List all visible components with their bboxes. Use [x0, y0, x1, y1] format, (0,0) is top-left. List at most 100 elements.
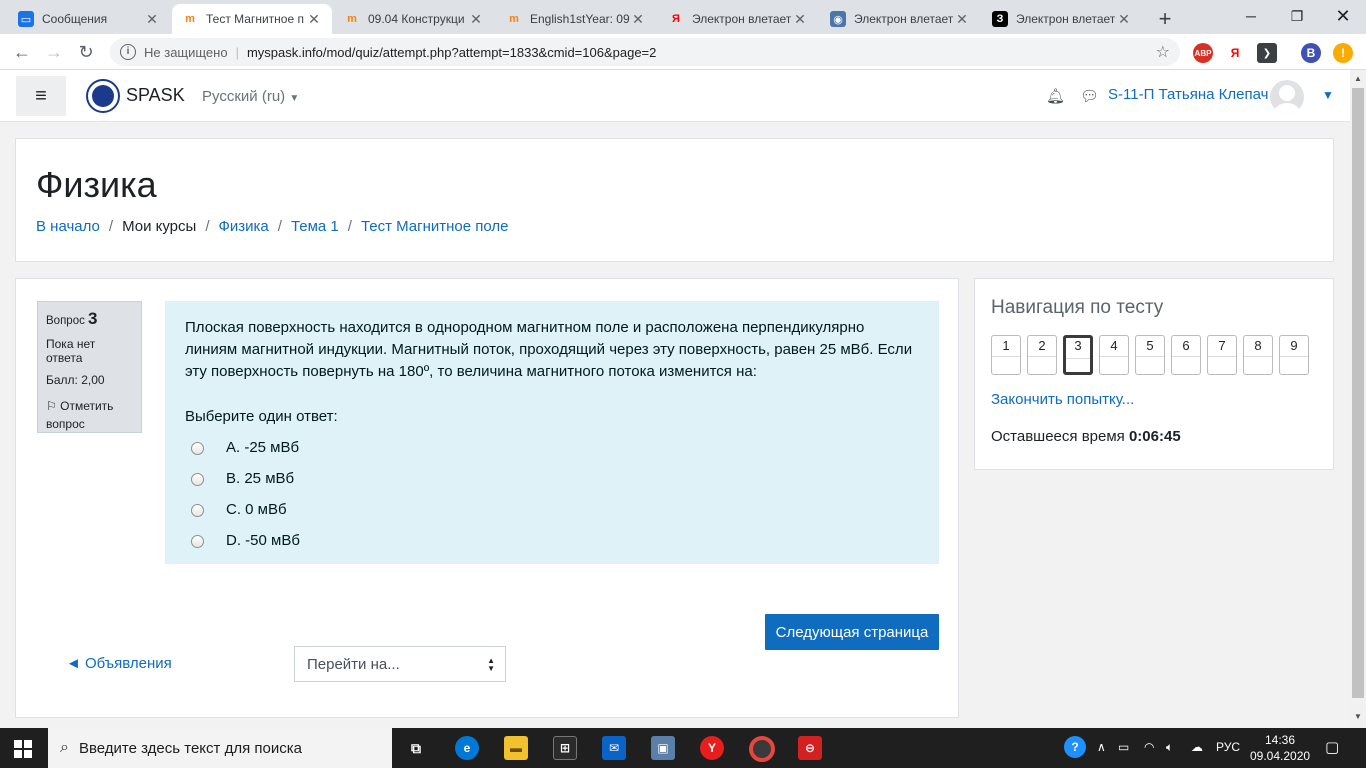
radio-button[interactable]	[191, 534, 204, 548]
question-button-9[interactable]: 9	[1279, 335, 1309, 375]
answer-label[interactable]: B. 25 мВб	[226, 468, 294, 490]
close-window-icon[interactable]: ✕	[1320, 0, 1366, 32]
yandex-extension-icon[interactable]: Я	[1225, 43, 1245, 63]
question-button-6[interactable]: 6	[1171, 335, 1201, 375]
minimize-icon[interactable]: ─	[1228, 0, 1274, 32]
close-tab-icon[interactable]: ✕	[144, 11, 160, 28]
radio-button[interactable]	[191, 441, 204, 455]
answer-label[interactable]: A. -25 мВб	[226, 437, 299, 459]
flag-label: Отметить вопрос	[46, 399, 114, 431]
wifi-icon[interactable]: ◠	[1144, 740, 1154, 754]
flag-question-link[interactable]: ⚐ Отметить вопрос	[46, 397, 133, 433]
scrollbar-thumb[interactable]	[1352, 88, 1364, 698]
info-icon[interactable]: i	[120, 44, 136, 60]
question-button-4[interactable]: 4	[1099, 335, 1129, 375]
help-icon[interactable]: ?	[1064, 736, 1086, 758]
answer-option-d[interactable]: D. -50 мВб	[185, 530, 919, 552]
tray-expand-icon[interactable]: ∧	[1097, 740, 1106, 754]
radio-button[interactable]	[191, 503, 204, 517]
question-button-3[interactable]: 3	[1063, 335, 1093, 375]
browser-tab-owl[interactable]: ◉ Электрон влетает ✕	[820, 4, 980, 34]
adblock-extension-icon[interactable]: ABP	[1193, 43, 1213, 63]
taskbar-search-box[interactable]: ⌕ Введите здесь текст для поиска	[48, 728, 392, 768]
hamburger-menu-icon[interactable]: ≡	[16, 76, 66, 116]
tab-title: Сообщения	[42, 12, 108, 26]
browser-tab-messages[interactable]: ▭ Сообщения ✕	[8, 4, 170, 34]
extension-icon[interactable]: ❯	[1257, 43, 1277, 63]
site-navbar: ≡ SPASK Русский (ru) ▼ 🔔︎ 💬︎ S-11-П Тать…	[0, 70, 1350, 122]
store-icon[interactable]: ⊞	[553, 736, 577, 760]
finish-attempt-link[interactable]: Закончить попытку...	[991, 391, 1134, 408]
update-alert-icon[interactable]: !	[1333, 43, 1353, 63]
page-header: Физика В начало / Мои курсы / Физика / Т…	[15, 138, 1334, 262]
taskbar-clock[interactable]: 14:36 09.04.2020	[1250, 732, 1310, 764]
question-button-2[interactable]: 2	[1027, 335, 1057, 375]
site-logo[interactable]	[86, 79, 120, 113]
question-button-8[interactable]: 8	[1243, 335, 1273, 375]
answer-label[interactable]: D. -50 мВб	[226, 530, 300, 552]
site-name[interactable]: SPASK	[126, 85, 185, 106]
computer-icon[interactable]: ▣	[651, 736, 675, 760]
next-page-button[interactable]: Следующая страница	[765, 614, 939, 650]
close-tab-icon[interactable]: ✕	[1116, 11, 1132, 28]
forward-icon[interactable]: →	[42, 41, 66, 63]
back-icon[interactable]: ←	[10, 41, 34, 63]
windows-start-icon[interactable]	[14, 740, 32, 758]
answer-option-c[interactable]: C. 0 мВб	[185, 499, 919, 521]
remote-app-icon[interactable]: ⊖	[798, 736, 822, 760]
bookmark-star-icon[interactable]: ☆	[1156, 42, 1170, 62]
mail-icon[interactable]: ✉	[602, 736, 626, 760]
browser-tab-yandex[interactable]: Я Электрон влетает ✕	[658, 4, 818, 34]
chat-icon: ▭	[18, 11, 34, 27]
close-tab-icon[interactable]: ✕	[468, 11, 484, 28]
breadcrumb-course[interactable]: Физика	[218, 218, 268, 235]
question-button-5[interactable]: 5	[1135, 335, 1165, 375]
input-language[interactable]: РУС	[1216, 740, 1240, 754]
user-avatar[interactable]	[1270, 80, 1304, 114]
scroll-up-icon[interactable]: ▲	[1350, 74, 1366, 83]
battery-icon[interactable]: ▭	[1118, 740, 1129, 754]
yandex-icon: Я	[672, 13, 680, 25]
question-button-1[interactable]: 1	[991, 335, 1021, 375]
breadcrumb-topic[interactable]: Тема 1	[291, 218, 339, 235]
close-tab-icon[interactable]: ✕	[306, 11, 322, 28]
answer-label[interactable]: C. 0 мВб	[226, 499, 287, 521]
chrome-icon[interactable]	[749, 736, 775, 762]
notification-center-icon[interactable]: ▢	[1325, 738, 1339, 756]
language-menu[interactable]: Русский (ru) ▼	[202, 88, 299, 105]
breadcrumb-home[interactable]: В начало	[36, 218, 100, 235]
edge-browser-icon[interactable]: e	[455, 736, 479, 760]
volume-icon[interactable]: 🔈︎	[1166, 740, 1173, 755]
restore-icon[interactable]: ❐	[1274, 0, 1320, 32]
yandex-browser-icon[interactable]: Y	[700, 736, 724, 760]
radio-button[interactable]	[191, 472, 204, 486]
page-scrollbar[interactable]: ▲ ▼	[1350, 70, 1366, 728]
new-tab-icon[interactable]: +	[1152, 6, 1178, 32]
task-view-icon[interactable]: ⧉	[404, 736, 428, 760]
address-bar[interactable]: i Не защищено | myspask.info/mod/quiz/at…	[110, 38, 1180, 66]
onedrive-icon[interactable]: ☁	[1191, 740, 1203, 754]
browser-tab-english[interactable]: m English1stYear: 09 ✕	[496, 4, 656, 34]
notifications-bell-icon[interactable]: 🔔︎	[1046, 87, 1065, 105]
file-explorer-icon[interactable]: ▬	[504, 736, 528, 760]
answer-option-a[interactable]: A. -25 мВб	[185, 437, 919, 459]
scroll-down-icon[interactable]: ▼	[1350, 712, 1366, 721]
browser-tab-construction[interactable]: m 09.04 Конструкци ✕	[334, 4, 494, 34]
user-menu-caret-icon[interactable]: ▼	[1322, 88, 1334, 102]
question-info: Вопрос 3 Пока нет ответа Балл: 2,00 ⚐ От…	[37, 301, 142, 433]
answer-option-b[interactable]: B. 25 мВб	[185, 468, 919, 490]
profile-avatar[interactable]: В	[1301, 43, 1321, 63]
messages-chat-icon[interactable]: 💬︎	[1080, 87, 1099, 105]
question-button-7[interactable]: 7	[1207, 335, 1237, 375]
user-name[interactable]: S-11-П Татьяна Клепач	[1108, 86, 1268, 103]
browser-tab-znanija[interactable]: З Электрон влетает ✕	[982, 4, 1142, 34]
jump-to-select[interactable]: Перейти на... ▲ ▼	[294, 646, 506, 682]
previous-activity-link[interactable]: ◄ Объявления	[66, 655, 172, 672]
breadcrumb-quiz[interactable]: Тест Магнитное поле	[361, 218, 509, 235]
close-tab-icon[interactable]: ✕	[630, 11, 646, 28]
close-tab-icon[interactable]: ✕	[792, 11, 808, 28]
close-tab-icon[interactable]: ✕	[954, 11, 970, 28]
reload-icon[interactable]: ↻	[74, 41, 98, 63]
browser-tab-quiz[interactable]: m Тест Магнитное п ✕	[172, 4, 332, 34]
url-text: myspask.info/mod/quiz/attempt.php?attemp…	[246, 44, 657, 60]
